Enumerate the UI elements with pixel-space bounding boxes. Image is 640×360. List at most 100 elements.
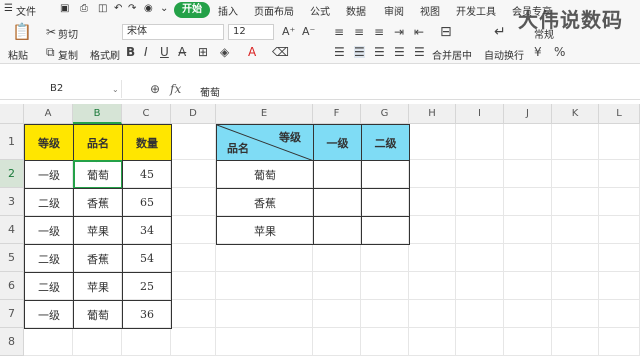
increase-font-icon[interactable]: A⁺ [282, 26, 295, 38]
grid-cell[interactable] [599, 272, 640, 300]
table2-row-label[interactable]: 苹果 [216, 216, 314, 245]
grid-cell[interactable] [361, 300, 409, 328]
grid-cell[interactable] [313, 300, 361, 328]
column-header-f[interactable]: F [313, 104, 361, 124]
grid-cell[interactable] [599, 216, 640, 244]
distribute-icon[interactable]: ☰ [414, 46, 425, 58]
tab-insert[interactable]: 插入 [218, 3, 238, 18]
grid-cell[interactable] [504, 188, 552, 216]
table1-header-cell[interactable]: 数量 [122, 124, 172, 161]
align-top-icon[interactable]: ≡ [334, 26, 344, 38]
table1-cell[interactable]: 苹果 [73, 216, 123, 245]
outdent-icon[interactable]: ⇤ [414, 26, 424, 38]
grid-cell[interactable] [599, 188, 640, 216]
tab-view[interactable]: 视图 [420, 3, 440, 18]
font-color-icon[interactable]: A [248, 46, 256, 58]
grid-cell[interactable] [504, 216, 552, 244]
print-icon[interactable]: ⎙ [80, 3, 88, 14]
table2-cell[interactable] [313, 216, 362, 245]
currency-icon[interactable]: ¥ [534, 46, 542, 58]
tab-data[interactable]: 数据 [346, 3, 366, 18]
row-header-3[interactable]: 3 [0, 188, 24, 216]
grid-cell[interactable] [171, 272, 216, 300]
column-header-a[interactable]: A [24, 104, 73, 124]
grid-cell[interactable] [504, 272, 552, 300]
table1-cell[interactable]: 34 [122, 216, 172, 245]
grid-cell[interactable] [504, 328, 552, 356]
column-header-j[interactable]: J [504, 104, 552, 124]
fill-color-icon[interactable]: ◈ [220, 46, 229, 58]
hamburger-icon[interactable]: ☰ [4, 3, 13, 14]
bold-icon[interactable]: B [126, 46, 135, 58]
scissors-icon[interactable]: ✂ [46, 26, 56, 38]
row-header-6[interactable]: 6 [0, 272, 24, 300]
column-header-i[interactable]: I [456, 104, 504, 124]
paste-icon[interactable]: 📋 [12, 24, 32, 40]
table1-cell[interactable]: 二级 [24, 272, 74, 301]
grid-cell[interactable] [409, 272, 456, 300]
table1-cell[interactable]: 葡萄 [73, 300, 123, 329]
grid-cell[interactable] [504, 300, 552, 328]
row-header-8[interactable]: 8 [0, 328, 24, 356]
column-header-l[interactable]: L [599, 104, 640, 124]
paste-button[interactable]: 粘贴 [8, 47, 28, 62]
grid-cell[interactable] [216, 300, 313, 328]
row-header-5[interactable]: 5 [0, 244, 24, 272]
font-name-select[interactable]: 宋体 [122, 24, 224, 40]
grid-cell[interactable] [171, 216, 216, 244]
camera-icon[interactable]: ◉ [144, 3, 153, 14]
wrap-text-button[interactable]: 自动换行 [484, 47, 524, 62]
zoom-icon[interactable]: ⊕ [150, 82, 160, 96]
tab-review[interactable]: 审阅 [384, 3, 404, 18]
column-header-b[interactable]: B [73, 104, 122, 124]
copy-button[interactable]: 复制 [58, 47, 78, 62]
grid-cell[interactable] [313, 244, 361, 272]
undo-icon[interactable]: ↶ [114, 3, 122, 14]
table1-cell[interactable]: 65 [122, 188, 172, 217]
grid-cell[interactable] [216, 328, 313, 356]
grid-cell[interactable] [122, 328, 171, 356]
grid-cell[interactable] [216, 244, 313, 272]
grid-cell[interactable] [313, 272, 361, 300]
tab-developer[interactable]: 开发工具 [456, 3, 496, 18]
align-bottom-icon[interactable]: ≡ [374, 26, 384, 38]
indent-icon[interactable]: ⇥ [394, 26, 404, 38]
column-header-e[interactable]: E [216, 104, 313, 124]
grid-cell[interactable] [313, 328, 361, 356]
grid-cell[interactable] [552, 272, 599, 300]
table2-header-cell[interactable]: 二级 [361, 124, 410, 161]
table1-cell[interactable]: 苹果 [73, 272, 123, 301]
decrease-font-icon[interactable]: A⁻ [302, 26, 315, 38]
active-cell[interactable]: 葡萄 [73, 160, 123, 189]
grid-cell[interactable] [504, 244, 552, 272]
grid-cell[interactable] [456, 216, 504, 244]
table1-cell[interactable]: 香蕉 [73, 244, 123, 273]
grid-cell[interactable] [73, 328, 122, 356]
grid-cell[interactable] [599, 124, 640, 160]
dropdown-icon[interactable]: ⌄ [160, 3, 168, 14]
grid-cell[interactable] [599, 160, 640, 188]
grid-cell[interactable] [171, 300, 216, 328]
grid-cell[interactable] [171, 328, 216, 356]
italic-icon[interactable]: I [144, 46, 148, 58]
grid-cell[interactable] [409, 124, 456, 160]
grid-cell[interactable] [409, 244, 456, 272]
grid-cell[interactable] [599, 300, 640, 328]
grid-cell[interactable] [361, 328, 409, 356]
table1-header-cell[interactable]: 品名 [73, 124, 123, 161]
table1-cell[interactable]: 一级 [24, 300, 74, 329]
tab-page-layout[interactable]: 页面布局 [254, 3, 294, 18]
name-box[interactable]: B2 [4, 80, 122, 98]
copy-icon[interactable]: ⧉ [46, 46, 55, 58]
font-size-select[interactable]: 12 [228, 24, 274, 40]
grid-cell[interactable] [552, 188, 599, 216]
grid-cell[interactable] [171, 160, 216, 188]
grid-cell[interactable] [171, 188, 216, 216]
table2-cell[interactable] [361, 216, 410, 245]
redo-icon[interactable]: ↷ [128, 3, 136, 14]
align-center-icon[interactable]: ☰ [354, 46, 365, 58]
grid-cell[interactable] [552, 244, 599, 272]
grid-cell[interactable] [599, 244, 640, 272]
grid-cell[interactable] [409, 328, 456, 356]
grid-cell[interactable] [409, 160, 456, 188]
